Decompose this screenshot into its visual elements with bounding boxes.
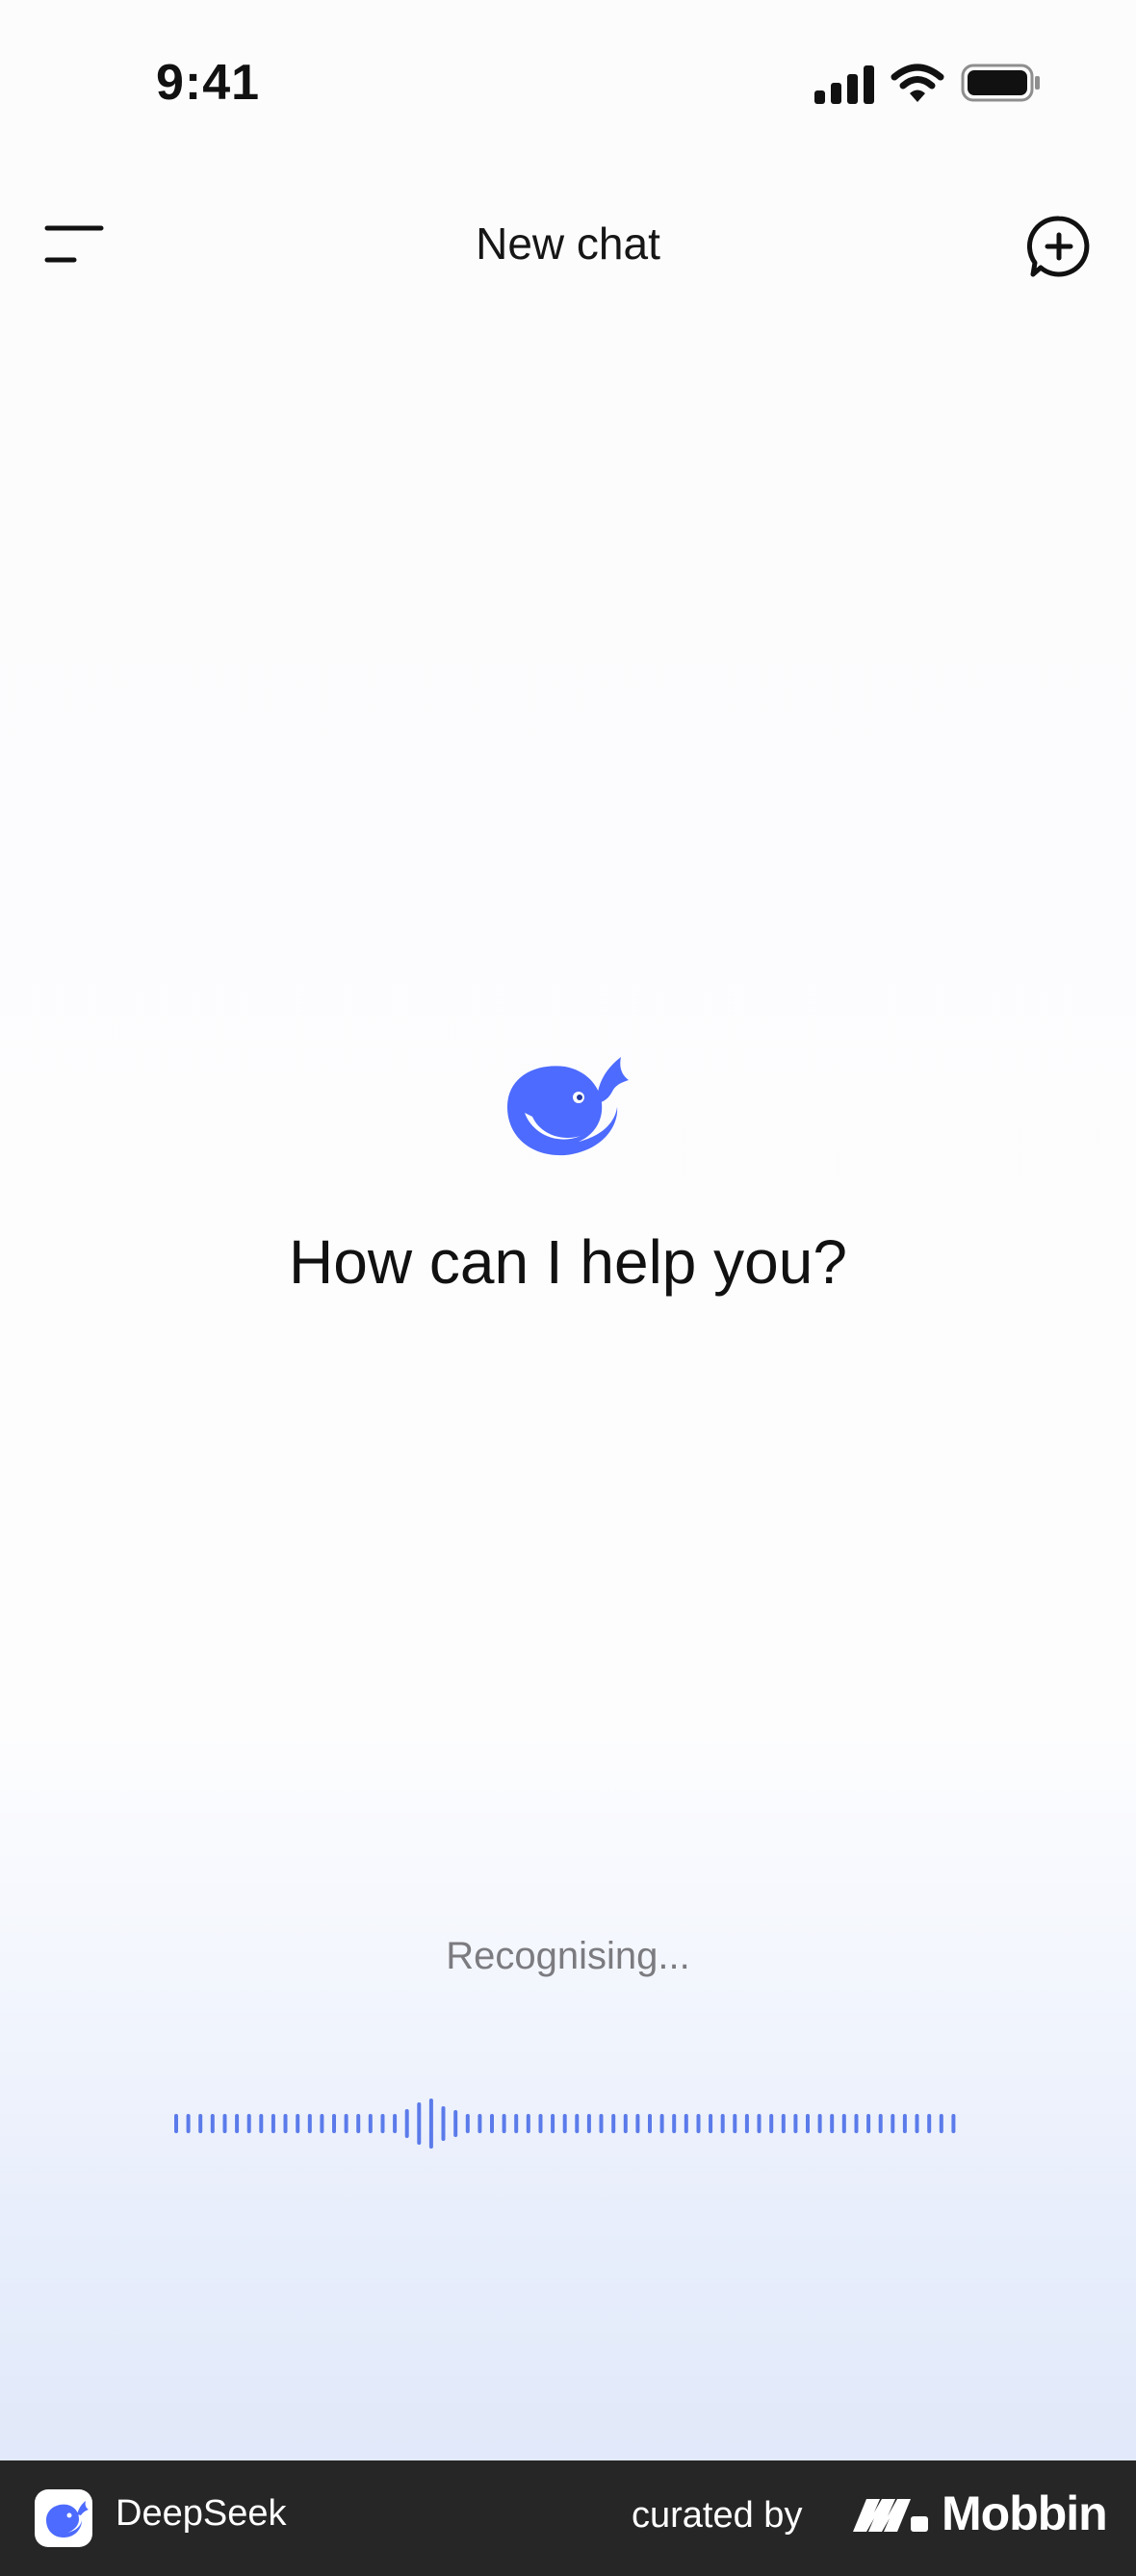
waveform-bar — [586, 2114, 591, 2133]
waveform-bar — [490, 2114, 494, 2133]
waveform-bar — [428, 2099, 433, 2149]
waveform-bar — [939, 2114, 943, 2133]
waveform-bar — [927, 2114, 932, 2133]
curated-by-label: curated by — [632, 2495, 803, 2536]
waveform-bar — [296, 2114, 300, 2133]
waveform-bar — [514, 2114, 519, 2133]
waveform-bar — [648, 2114, 652, 2133]
waveform-bar — [307, 2114, 312, 2133]
mobbin-logo-icon — [853, 2499, 928, 2532]
waveform-bar — [841, 2114, 846, 2133]
waveform-bar — [635, 2114, 640, 2133]
waveform-bar — [380, 2114, 385, 2133]
waveform-bar — [866, 2114, 871, 2133]
waveform-bar — [344, 2114, 349, 2133]
waveform-bar — [878, 2114, 883, 2133]
waveform-bar — [684, 2114, 688, 2133]
waveform-bar — [404, 2109, 409, 2138]
waveform-bar — [222, 2114, 227, 2133]
recognising-status: Recognising... — [446, 1935, 690, 1977]
waveform-bar — [174, 2114, 178, 2133]
waveform-bar — [417, 2102, 422, 2145]
waveform-bar — [696, 2114, 701, 2133]
voice-waveform — [174, 2099, 956, 2149]
status-time: 9:41 — [156, 55, 261, 111]
brand-bar: DeepSeek curated by Mobbin — [0, 2460, 1136, 2576]
waveform-bar — [368, 2114, 373, 2133]
waveform-bar — [562, 2114, 567, 2133]
greeting: How can I help you? — [289, 1227, 847, 1297]
waveform-bar — [271, 2114, 275, 2133]
new-chat-icon[interactable] — [1026, 214, 1092, 279]
page-title: New chat — [476, 219, 660, 269]
whale-logo-icon — [507, 1057, 629, 1156]
waveform-bar — [538, 2114, 543, 2133]
waveform-bar — [817, 2114, 822, 2133]
waveform-bar — [793, 2114, 798, 2133]
waveform-bar — [781, 2114, 786, 2133]
waveform-bar — [623, 2114, 628, 2133]
waveform-bar — [672, 2114, 677, 2133]
waveform-bar — [393, 2114, 398, 2133]
waveform-bar — [709, 2114, 713, 2133]
waveform-bar — [198, 2114, 203, 2133]
waveform-bar — [259, 2114, 264, 2133]
waveform-bar — [806, 2114, 810, 2133]
waveform-bar — [186, 2114, 191, 2133]
waveform-bar — [478, 2114, 482, 2133]
signal-icon — [814, 65, 874, 104]
waveform-bar — [575, 2114, 580, 2133]
waveform-bar — [551, 2114, 555, 2133]
waveform-bar — [453, 2110, 458, 2137]
waveform-bar — [246, 2114, 251, 2133]
waveform-bar — [599, 2114, 604, 2133]
screen: 9:41 New chat How can I help you? Recogn… — [0, 0, 1136, 2460]
wifi-icon — [891, 64, 944, 102]
waveform-bar — [915, 2114, 919, 2133]
waveform-bar — [356, 2114, 361, 2133]
whale-app-icon — [46, 2501, 89, 2537]
battery-icon — [961, 64, 1040, 102]
waveform-bar — [659, 2114, 664, 2133]
waveform-bar — [611, 2114, 616, 2133]
waveform-bar — [283, 2114, 288, 2133]
waveform-bar — [902, 2114, 907, 2133]
waveform-bar — [332, 2114, 336, 2133]
waveform-bar — [951, 2114, 956, 2133]
waveform-bar — [769, 2114, 774, 2133]
waveform-bar — [465, 2114, 470, 2133]
waveform-bar — [744, 2114, 749, 2133]
waveform-bar — [320, 2114, 324, 2133]
waveform-bar — [235, 2114, 240, 2133]
waveform-bar — [441, 2106, 446, 2141]
waveform-bar — [210, 2114, 215, 2133]
app-name: DeepSeek — [116, 2493, 287, 2534]
waveform-bar — [526, 2114, 530, 2133]
waveform-bar — [830, 2114, 835, 2133]
waveform-bar — [757, 2114, 762, 2133]
waveform-bar — [854, 2114, 859, 2133]
waveform-bar — [891, 2114, 895, 2133]
waveform-bar — [733, 2114, 737, 2133]
waveform-bar — [502, 2114, 506, 2133]
mobbin-name: Mobbin — [942, 2486, 1108, 2540]
app-icon — [35, 2489, 92, 2547]
waveform-bar — [720, 2114, 725, 2133]
